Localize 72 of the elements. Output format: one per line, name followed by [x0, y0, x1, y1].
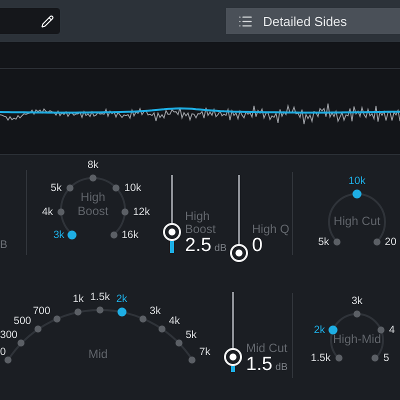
slider-thumb[interactable]	[224, 348, 242, 366]
frequency-label: 20	[384, 236, 396, 248]
frequency-label: 1.5k	[310, 352, 331, 364]
slider-label: High Q	[252, 222, 290, 236]
dial-dot[interactable]	[74, 308, 82, 316]
frequency-label: 12k	[132, 206, 150, 218]
frequency-label: 5k	[50, 182, 62, 194]
slider-value: 0	[252, 236, 263, 257]
frequency-label: 3k	[351, 295, 363, 307]
unit-label: B	[0, 239, 8, 251]
frequency-label: 3k	[53, 228, 64, 240]
dial-dot[interactable]	[54, 315, 61, 322]
dial-dot[interactable]	[352, 190, 362, 198]
dial-dot[interactable]	[117, 308, 126, 317]
dial-title: High Cut	[332, 215, 382, 229]
frequency-label: 500	[14, 315, 32, 328]
dial-dot[interactable]	[66, 184, 74, 192]
dial-title: High Boost	[76, 191, 110, 219]
dial-dot[interactable]	[373, 238, 380, 246]
dial-dot[interactable]	[334, 238, 341, 246]
slider-label: Mid Cut	[246, 342, 288, 356]
dial-dot[interactable]	[58, 208, 65, 216]
slider-fill	[231, 366, 235, 372]
frequency-label: 2k	[314, 324, 325, 336]
dial-dot[interactable]	[354, 310, 360, 318]
frequency-label: 0	[0, 346, 6, 358]
dial-dot[interactable]	[378, 326, 385, 334]
dial-dot[interactable]	[110, 231, 118, 238]
frequency-label: 300	[0, 329, 18, 342]
frequency-label: 4k	[42, 206, 54, 218]
dial-title: High-Mid	[332, 333, 382, 347]
frequency-label: 10k	[348, 175, 366, 187]
frequency-label: 2k	[116, 293, 128, 306]
frequency-label: 1.5k	[90, 291, 110, 303]
dial-dot[interactable]	[96, 306, 104, 314]
dial-dot[interactable]	[34, 326, 42, 333]
name-field[interactable]	[0, 8, 60, 34]
frequency-label: 7k	[199, 346, 210, 358]
dial-dot[interactable]	[139, 315, 146, 322]
slider-thumb[interactable]	[163, 222, 181, 241]
frequency-label: 5k	[318, 236, 330, 248]
frequency-label: 4	[389, 324, 395, 336]
frequency-label: 5k	[186, 329, 197, 342]
dial-dot[interactable]	[188, 356, 196, 364]
pencil-icon[interactable]	[41, 14, 54, 28]
dial-title: Mid	[87, 348, 109, 362]
frequency-label: 700	[32, 304, 50, 317]
frequency-label: 16k	[122, 228, 138, 240]
slider-thumb[interactable]	[230, 244, 248, 262]
frequency-label: 10k	[124, 182, 142, 194]
frequency-label: 8k	[87, 159, 99, 171]
dial-dot[interactable]	[372, 354, 379, 362]
preset-dropdown[interactable]: Detailed Sides	[226, 8, 400, 34]
dial-dot[interactable]	[4, 356, 12, 364]
dial-dot[interactable]	[335, 354, 342, 362]
slider-value: 1.5 dB	[246, 355, 289, 376]
dial-dot[interactable]	[158, 326, 166, 333]
frequency-label: 4k	[168, 315, 180, 328]
slider-label: High Boost	[185, 210, 217, 236]
frequency-label: 1k	[72, 293, 84, 306]
list-icon	[238, 14, 253, 28]
dial-dot[interactable]	[18, 340, 25, 347]
frequency-label: 3k	[150, 304, 161, 317]
frequency-label: 5	[383, 352, 390, 364]
dial-dot[interactable]	[90, 174, 96, 182]
dial-dot[interactable]	[328, 326, 338, 335]
dial-dot[interactable]	[112, 184, 120, 192]
slider-value: 2.5 dB	[185, 236, 227, 257]
slider-fill	[170, 240, 174, 253]
dial-dot[interactable]	[175, 340, 182, 347]
dial-dot[interactable]	[68, 230, 77, 239]
dial-dot[interactable]	[121, 208, 128, 216]
